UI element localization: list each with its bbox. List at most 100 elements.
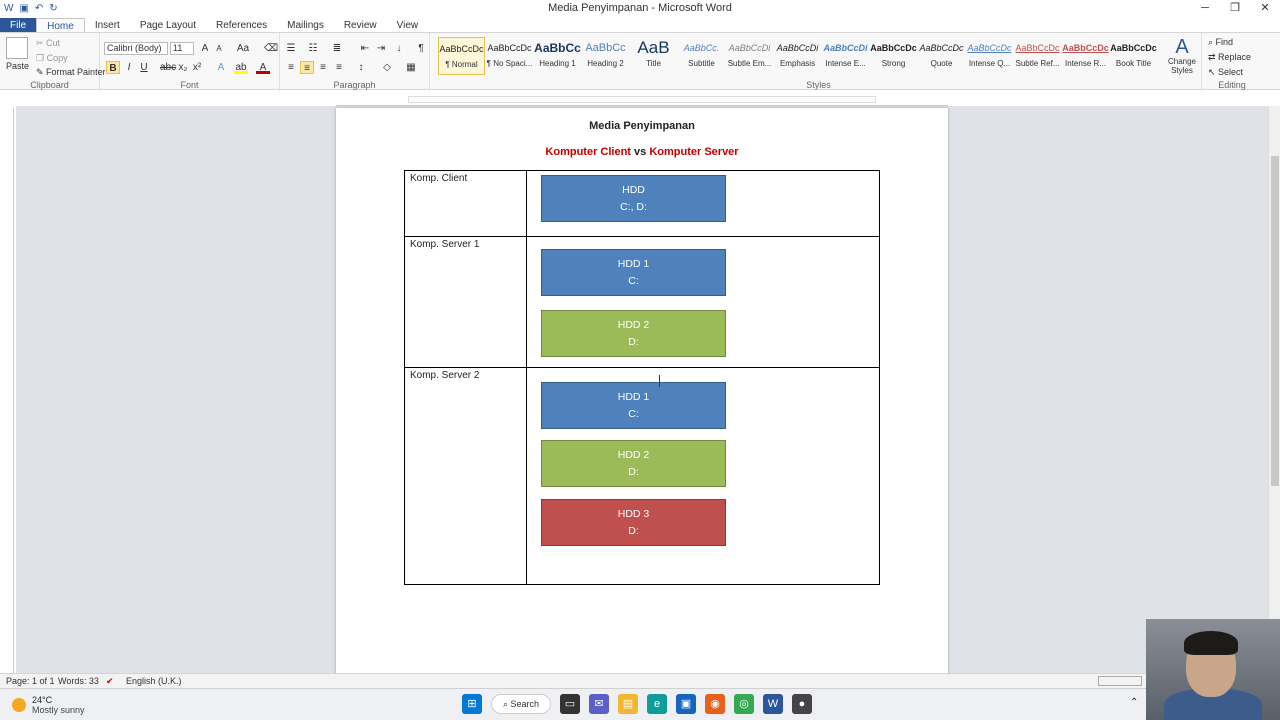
app-icon[interactable]: ●: [792, 694, 812, 714]
shrink-font-icon[interactable]: A: [212, 42, 226, 55]
paste-icon[interactable]: [6, 37, 28, 59]
restore-button[interactable]: ❐: [1220, 0, 1250, 17]
change-case-icon[interactable]: Aa: [236, 42, 250, 55]
firefox-icon[interactable]: ◉: [705, 694, 725, 714]
word-count[interactable]: Words: 33: [58, 676, 99, 686]
hdd-box[interactable]: HDD 1 C:: [541, 249, 726, 296]
replace-button[interactable]: ⇄ Replace: [1208, 52, 1251, 63]
style-no-spacing[interactable]: AaBbCcDc ¶ No Spaci...: [486, 37, 533, 75]
redo-icon[interactable]: ↻: [49, 3, 57, 14]
scrollbar-thumb[interactable]: [1271, 156, 1279, 486]
sort-icon[interactable]: ↓: [392, 42, 406, 55]
file-explorer-icon[interactable]: ▤: [618, 694, 638, 714]
chat-icon[interactable]: ✉: [589, 694, 609, 714]
align-right-icon[interactable]: ≡: [316, 61, 330, 74]
bold-button[interactable]: B: [106, 61, 120, 74]
subscript-button[interactable]: x₂: [176, 61, 190, 74]
style-name: Subtle Em...: [727, 59, 772, 68]
storage-table[interactable]: Komp. Client HDD C:, D: Komp. Server 1 HD…: [404, 170, 880, 585]
style-emphasis[interactable]: AaBbCcDi Emphasis: [774, 37, 821, 75]
decrease-indent-icon[interactable]: ⇤: [358, 42, 372, 55]
tab-review[interactable]: Review: [334, 18, 387, 33]
clear-format-icon[interactable]: ⌫: [264, 42, 278, 55]
font-size-select[interactable]: 11: [170, 42, 194, 55]
weather-widget[interactable]: 24°C Mostly sunny: [12, 695, 85, 715]
chrome-icon[interactable]: ◎: [734, 694, 754, 714]
hdd-box[interactable]: HDD C:, D:: [541, 175, 726, 222]
document-page[interactable]: Media Penyimpanan Komputer Client vs Kom…: [336, 108, 948, 688]
strikethrough-button[interactable]: abc: [160, 61, 176, 74]
select-button[interactable]: ↖ Select: [1208, 67, 1243, 78]
paste-button[interactable]: Paste: [6, 61, 29, 71]
minimize-button[interactable]: ─: [1190, 0, 1220, 17]
hdd-box[interactable]: HDD 2 D:: [541, 440, 726, 487]
tab-mailings[interactable]: Mailings: [277, 18, 334, 33]
view-buttons[interactable]: [1098, 676, 1142, 686]
change-styles-button[interactable]: A Change Styles: [1164, 37, 1200, 75]
hdd-box[interactable]: HDD 3 D:: [541, 499, 726, 546]
chevron-up-icon[interactable]: ⌃: [1130, 697, 1138, 708]
text-effects-icon[interactable]: A: [214, 61, 228, 74]
multilevel-list-icon[interactable]: ≣: [330, 42, 344, 55]
style-preview: AaBbCcDc: [870, 43, 917, 53]
show-marks-icon[interactable]: ¶: [414, 42, 428, 55]
tab-view[interactable]: View: [387, 18, 429, 33]
copy-button[interactable]: ❐ Copy: [36, 53, 68, 64]
line-spacing-icon[interactable]: ↕: [354, 61, 368, 74]
edge-icon[interactable]: e: [647, 694, 667, 714]
style-normal[interactable]: AaBbCcDc ¶ Normal: [438, 37, 485, 75]
grow-font-icon[interactable]: A: [198, 42, 212, 55]
save-icon[interactable]: ▣: [19, 3, 28, 14]
style-heading-1[interactable]: AaBbCc Heading 1: [534, 37, 581, 75]
borders-icon[interactable]: ▦: [404, 61, 418, 74]
style-intense-quote[interactable]: AaBbCcDc Intense Q...: [966, 37, 1013, 75]
search-button[interactable]: ⌕ Search: [491, 694, 551, 714]
style-subtitle[interactable]: AaBbCc. Subtitle: [678, 37, 725, 75]
format-painter-button[interactable]: ✎ Format Painter: [36, 67, 106, 78]
tab-insert[interactable]: Insert: [85, 18, 130, 33]
vertical-ruler[interactable]: [2, 108, 14, 673]
hdd-box[interactable]: HDD 1 C:: [541, 382, 726, 429]
close-button[interactable]: ✕: [1250, 0, 1280, 17]
cut-button[interactable]: ✂ Cut: [36, 38, 60, 49]
increase-indent-icon[interactable]: ⇥: [374, 42, 388, 55]
vertical-scrollbar[interactable]: [1268, 106, 1280, 673]
style-intense-emphasis[interactable]: AaBbCcDi Intense E...: [822, 37, 869, 75]
style-strong[interactable]: AaBbCcDc Strong: [870, 37, 917, 75]
justify-icon[interactable]: ≡: [332, 61, 346, 74]
shading-icon[interactable]: ◇: [380, 61, 394, 74]
underline-button[interactable]: U: [137, 61, 151, 74]
style-heading-2[interactable]: AaBbCc Heading 2: [582, 37, 629, 75]
store-icon[interactable]: ▣: [676, 694, 696, 714]
italic-button[interactable]: I: [122, 61, 136, 74]
style-quote[interactable]: AaBbCcDc Quote: [918, 37, 965, 75]
language[interactable]: English (U.K.): [126, 676, 182, 686]
tab-page-layout[interactable]: Page Layout: [130, 18, 206, 33]
style-subtle-reference[interactable]: AaBbCcDc Subtle Ref...: [1014, 37, 1061, 75]
horizontal-ruler[interactable]: [336, 94, 948, 106]
proofing-icon[interactable]: ✔: [106, 676, 114, 687]
style-title[interactable]: AaB Title: [630, 37, 677, 75]
hdd-box[interactable]: HDD 2 D:: [541, 310, 726, 357]
find-button[interactable]: ⌕ Find: [1208, 37, 1233, 48]
font-color-icon[interactable]: A: [256, 61, 270, 74]
style-preview: AaBbCc: [534, 41, 581, 55]
undo-icon[interactable]: ↶: [35, 3, 43, 14]
tab-references[interactable]: References: [206, 18, 277, 33]
superscript-button[interactable]: x²: [190, 61, 204, 74]
start-icon[interactable]: ⊞: [462, 694, 482, 714]
bullets-icon[interactable]: ☰: [284, 42, 298, 55]
style-book-title[interactable]: AaBbCcDc Book Title: [1110, 37, 1157, 75]
style-subtle-emphasis[interactable]: AaBbCcDi Subtle Em...: [726, 37, 773, 75]
task-view-icon[interactable]: ▭: [560, 694, 580, 714]
word-taskbar-icon[interactable]: W: [763, 694, 783, 714]
tab-file[interactable]: File: [0, 18, 37, 33]
tab-home[interactable]: Home: [36, 18, 85, 33]
align-left-icon[interactable]: ≡: [284, 61, 298, 74]
highlight-icon[interactable]: ab: [234, 61, 248, 74]
align-center-icon[interactable]: ≡: [300, 61, 314, 74]
numbering-icon[interactable]: ☷: [306, 42, 320, 55]
page-count[interactable]: Page: 1 of 1: [6, 676, 55, 686]
style-intense-reference[interactable]: AaBbCcDc Intense R...: [1062, 37, 1109, 75]
font-name-select[interactable]: Calibri (Body): [104, 42, 168, 55]
